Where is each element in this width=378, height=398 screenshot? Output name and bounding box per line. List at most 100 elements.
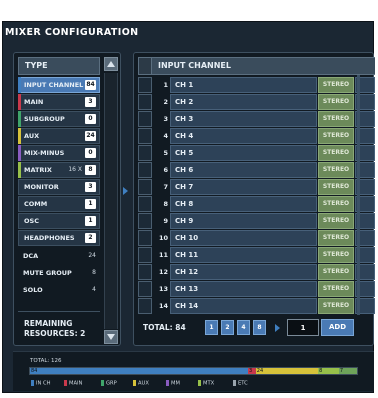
channel-select-checkbox[interactable] (138, 162, 152, 178)
type-item-mix-minus[interactable]: MIX-MINUS 0 (18, 145, 100, 161)
type-item-monitor[interactable]: MONITOR 3 (18, 179, 100, 195)
channel-select-checkbox[interactable] (138, 298, 152, 314)
channel-mode-button[interactable]: STEREO (318, 111, 354, 127)
channel-row[interactable]: 6 CH 6 STEREO (138, 162, 375, 178)
channel-name-field[interactable]: CH 8 (170, 196, 317, 212)
channel-name-field[interactable]: CH 6 (170, 162, 317, 178)
channel-scrollbar[interactable] (357, 75, 360, 315)
channel-name-field[interactable]: CH 9 (170, 213, 317, 229)
channel-mode-button[interactable]: STEREO (318, 247, 354, 263)
page-size-button-2[interactable]: 2 (221, 320, 234, 335)
type-panel-header: TYPE (18, 57, 100, 75)
legend-swatch (133, 380, 136, 386)
channel-mode-button[interactable]: STEREO (318, 128, 354, 144)
channel-mode-button[interactable]: STEREO (318, 196, 354, 212)
legend-swatch (233, 380, 236, 386)
channel-select-checkbox[interactable] (138, 77, 152, 93)
channel-row[interactable]: 5 CH 5 STEREO (138, 145, 375, 161)
remaining-value: RESOURCES: 2 (24, 329, 86, 338)
channel-mode-button[interactable]: STEREO (318, 162, 354, 178)
legend-item: MTX (198, 380, 214, 387)
channel-total: TOTAL: 84 (143, 323, 186, 332)
channel-row[interactable]: 13 CH 13 STEREO (138, 281, 375, 297)
channel-row[interactable]: 7 CH 7 STEREO (138, 179, 375, 195)
channel-name-field[interactable]: CH 1 (170, 77, 317, 93)
type-item-main[interactable]: MAIN 3 (18, 94, 100, 110)
channel-row[interactable]: 9 CH 9 STEREO (138, 213, 375, 229)
scroll-down-button[interactable] (104, 330, 118, 344)
channel-row[interactable]: 4 CH 4 STEREO (138, 128, 375, 144)
type-item-comm[interactable]: COMM 1 (18, 196, 100, 212)
channel-name-field[interactable]: CH 13 (170, 281, 317, 297)
channel-row[interactable]: 10 CH 10 STEREO (138, 230, 375, 246)
type-item-count: 24 (85, 131, 96, 141)
channel-select-checkbox[interactable] (138, 281, 152, 297)
channel-name-field[interactable]: CH 5 (170, 145, 317, 161)
channel-name-field[interactable]: CH 12 (170, 264, 317, 280)
channel-select-checkbox[interactable] (138, 213, 152, 229)
type-item-label: SOLO (23, 286, 43, 294)
type-item-matrix[interactable]: MATRIX 16 X8 (18, 162, 100, 178)
type-item-label: DCA (23, 252, 39, 260)
add-button[interactable]: ADD (321, 319, 354, 336)
scroll-up-button[interactable] (104, 57, 118, 71)
type-scrollbar-track[interactable] (104, 73, 118, 329)
channel-row[interactable]: 2 CH 2 STEREO (138, 94, 375, 110)
channel-row[interactable]: 14 CH 14 STEREO (138, 298, 375, 314)
channel-select-checkbox[interactable] (138, 145, 152, 161)
type-item-mute-group[interactable]: MUTE GROUP 8 (18, 265, 100, 281)
channel-number: 12 (158, 268, 168, 276)
assign-arrow-icon (123, 187, 128, 195)
channel-name-field[interactable]: CH 2 (170, 94, 317, 110)
type-item-prefix: 16 X (68, 166, 82, 173)
channel-mode-button[interactable]: STEREO (318, 230, 354, 246)
type-item-solo[interactable]: SOLO 4 (18, 282, 100, 298)
type-item-osc[interactable]: OSC 1 (18, 213, 100, 229)
channel-mode-button[interactable]: STEREO (318, 77, 354, 93)
channel-mode-button[interactable]: STEREO (318, 94, 354, 110)
channel-mode-button[interactable]: STEREO (318, 281, 354, 297)
channel-select-checkbox[interactable] (138, 111, 152, 127)
resource-segment: 24 (255, 368, 319, 374)
channel-row[interactable]: 11 CH 11 STEREO (138, 247, 375, 263)
channel-name-field[interactable]: CH 11 (170, 247, 317, 263)
channel-mode-button[interactable]: STEREO (318, 179, 354, 195)
channel-select-checkbox[interactable] (138, 179, 152, 195)
channel-row[interactable]: 3 CH 3 STEREO (138, 111, 375, 127)
channel-name-field[interactable]: CH 7 (170, 179, 317, 195)
page-size-button-4[interactable]: 4 (237, 320, 250, 335)
add-count-input[interactable] (287, 319, 319, 336)
channel-row[interactable]: 8 CH 8 STEREO (138, 196, 375, 212)
channel-panel: INPUT CHANNEL 1 CH 1 STEREO 2 CH 2 STEREO 3 CH … (133, 52, 375, 346)
channel-number: 13 (158, 285, 168, 293)
channel-number: 8 (163, 200, 168, 208)
channel-select-checkbox[interactable] (138, 230, 152, 246)
type-item-dca[interactable]: DCA 24 (18, 248, 100, 264)
select-all-checkbox[interactable] (138, 57, 152, 75)
legend-swatch (31, 380, 34, 386)
channel-name-field[interactable]: CH 4 (170, 128, 317, 144)
type-item-input-channel[interactable]: INPUT CHANNEL 84 (18, 77, 100, 93)
channel-name-field[interactable]: CH 10 (170, 230, 317, 246)
channel-select-checkbox[interactable] (138, 128, 152, 144)
channel-mode-button[interactable]: STEREO (318, 298, 354, 314)
channel-row[interactable]: 1 CH 1 STEREO (138, 77, 375, 93)
page-size-button-8[interactable]: 8 (253, 320, 266, 335)
type-item-headphones[interactable]: HEADPHONES 2 (18, 230, 100, 246)
channel-select-checkbox[interactable] (138, 94, 152, 110)
type-item-subgroup[interactable]: SUBGROUP 0 (18, 111, 100, 127)
resource-total: TOTAL: 126 (30, 358, 62, 364)
page-size-button-1[interactable]: 1 (205, 320, 218, 335)
type-item-count: 8 (85, 165, 96, 175)
channel-row[interactable]: 12 CH 12 STEREO (138, 264, 375, 280)
channel-name-field[interactable]: CH 14 (170, 298, 317, 314)
channel-select-checkbox[interactable] (138, 264, 152, 280)
channel-mode-button[interactable]: STEREO (318, 145, 354, 161)
channel-mode-button[interactable]: STEREO (318, 213, 354, 229)
channel-mode-button[interactable]: STEREO (318, 264, 354, 280)
channel-select-checkbox[interactable] (138, 247, 152, 263)
type-item-label: MUTE GROUP (23, 269, 72, 277)
channel-select-checkbox[interactable] (138, 196, 152, 212)
type-item-aux[interactable]: AUX 24 (18, 128, 100, 144)
channel-name-field[interactable]: CH 3 (170, 111, 317, 127)
